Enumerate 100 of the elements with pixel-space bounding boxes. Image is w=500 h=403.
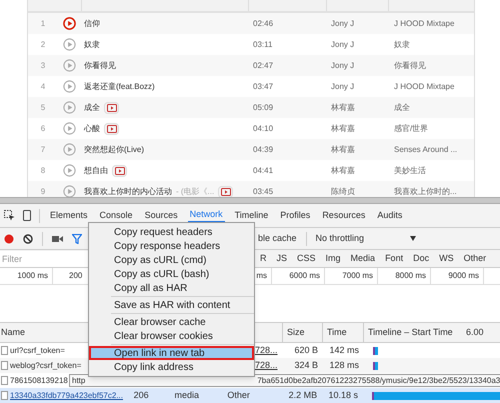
caret-icon [410,236,416,241]
track-number: 8 [40,164,46,176]
song-title[interactable]: 我喜欢上你时的内心活动 [84,186,172,197]
menu-item[interactable]: Open link in new tab [89,346,254,360]
clear-icon[interactable] [23,234,33,244]
mv-icon[interactable] [104,102,119,114]
duration: 04:41 [252,164,274,176]
play-icon[interactable] [63,38,76,51]
type-filter[interactable]: CSS [292,252,321,266]
mv-icon[interactable] [218,186,234,197]
throttling-dropdown[interactable]: No throttling [316,232,416,246]
singer[interactable]: 林宥嘉 [326,122,388,134]
song-title[interactable]: 想自由 [84,164,108,176]
album[interactable]: 感官/世界 [388,122,428,134]
devtools-tab[interactable]: Resources [320,208,368,222]
track-number: 3 [40,60,46,72]
devtools-tab[interactable]: Timeline [232,208,270,222]
singer[interactable]: Jony J [326,80,388,92]
song-title[interactable]: 突然想起你(Live) [84,144,144,156]
request-name[interactable]: url?csrf_token= [10,344,65,356]
tick-label: 1000 ms [0,268,53,284]
record-icon[interactable] [4,234,14,244]
play-icon[interactable] [63,164,76,177]
filter-icon[interactable] [72,234,82,244]
singer[interactable]: 林宥嘉 [326,144,388,156]
track-number: 1 [40,18,46,30]
singer[interactable]: Jony J [326,18,388,30]
devtools-tab[interactable]: Sources [142,208,180,222]
song-title[interactable]: 奴隶 [84,38,100,50]
duration: 03:47 [252,80,274,92]
album[interactable]: 成全 [388,102,410,114]
status-cell-text: 206 [132,388,150,402]
song-title[interactable]: 心酸 [84,122,100,134]
column-header[interactable]: Size [282,323,322,342]
album[interactable]: J HOOD Mixtape [388,18,454,30]
menu-item[interactable]: Copy as cURL (bash) [89,267,254,281]
column-header[interactable]: Time [322,323,363,342]
mv-icon[interactable] [104,122,119,134]
play-icon[interactable] [63,80,76,93]
type-filter[interactable]: JS [272,252,292,266]
album[interactable]: 美妙生活 [388,164,426,176]
device-icon[interactable] [23,210,31,221]
duration: 05:09 [252,102,274,114]
mv-icon[interactable] [112,164,127,176]
type-filter[interactable]: Doc [408,252,434,266]
devtools-tab[interactable]: Console [98,208,135,222]
type-filter[interactable]: Other [458,252,492,266]
album[interactable]: 我喜欢上你时的... [388,186,457,197]
menu-item[interactable]: Save as HAR with content [89,298,254,312]
type-filter[interactable]: Img [320,252,346,266]
devtools-tab[interactable]: Profiles [278,208,312,222]
request-name[interactable]: 13340a33fdb779a423ebf57c2... [10,390,123,402]
menu-item[interactable]: Clear browser cache [89,315,254,329]
album[interactable]: 你看得见 [388,60,426,72]
song-subtitle: - (电影《... [176,186,214,197]
devtools-tab[interactable]: Elements [48,208,90,222]
play-icon[interactable] [63,17,76,30]
menu-item[interactable]: Copy link address [89,360,254,374]
track-number: 4 [40,80,46,92]
type-filter[interactable]: Font [380,252,408,266]
type-filter[interactable]: WS [434,252,459,266]
type-filter[interactable]: Media [346,252,380,266]
inspect-icon[interactable] [4,210,15,221]
tick-label: ms [258,268,272,284]
song-title[interactable]: 信仰 [84,18,100,30]
menu-item[interactable]: Copy request headers [89,225,254,239]
album[interactable]: J HOOD Mixtape [388,80,454,92]
album[interactable]: Senses Around ... [388,144,458,156]
singer[interactable]: 林宥嘉 [326,164,388,176]
menu-item[interactable]: Clear browser cookies [89,329,254,343]
tick-label: 6000 ms [272,268,325,284]
video-camera-icon[interactable] [52,234,63,242]
menu-item[interactable]: Copy all as HAR [89,281,254,295]
duration: 03:11 [252,38,274,50]
play-icon[interactable] [63,122,76,135]
song-title[interactable]: 成全 [84,102,100,114]
track-number: 7 [40,144,46,156]
devtools-tab[interactable]: Audits [375,208,404,222]
duration: 02:46 [252,18,274,30]
singer[interactable]: Jony J [326,38,388,50]
tick-label: 200 [68,270,84,282]
column-header[interactable]: Timeline – Start Time [363,323,460,342]
request-name[interactable]: weblog?csrf_token= [10,360,82,372]
tooltip-text: 7ba651d0be2afb20761223275588/ymusic/9e12/3be2/5523/13340a3 [257,374,500,386]
request-name[interactable]: 7861508139218 [10,374,68,386]
song-title[interactable]: 你看得见 [84,60,116,72]
duration: 02:47 [252,60,274,72]
type-filter[interactable]: R [255,252,272,266]
singer[interactable]: 林宥嘉 [326,102,388,114]
tick-label: 8000 ms [378,268,431,284]
disable-cache-label[interactable]: ble cache [258,232,297,246]
album[interactable]: 奴隶 [388,38,410,50]
size-cell-text: 324 B [293,358,319,372]
menu-item[interactable]: Copy response headers [89,239,254,253]
singer[interactable]: 陈绮贞 [326,186,388,197]
song-title[interactable]: 返老还童(feat.Bozz) [84,80,155,92]
singer[interactable]: Jony J [326,60,388,72]
initiator-cell[interactable]: Other [220,388,282,402]
column-header: 6.00 [465,326,484,339]
scrollbar[interactable] [0,197,500,204]
